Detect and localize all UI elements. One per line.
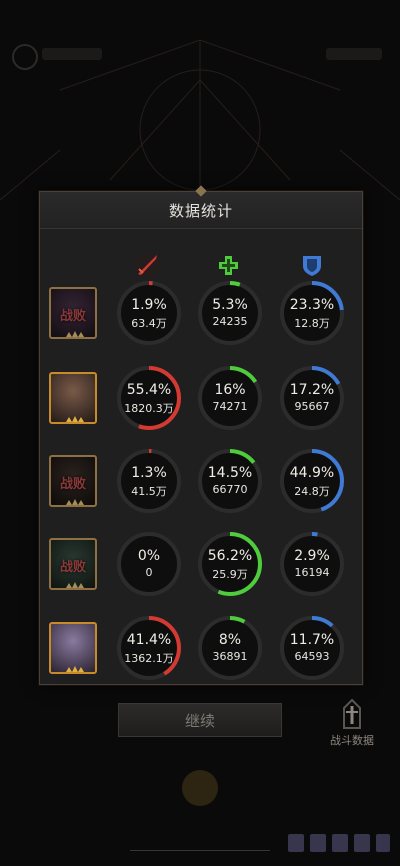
hero-avatar[interactable]	[49, 372, 97, 424]
stat-percent: 11.7%	[289, 632, 335, 648]
stat-ring: 41.4% 1362.1万	[116, 615, 182, 681]
stat-ring: 0% 0	[116, 531, 182, 597]
sword-attack-icon	[135, 253, 159, 277]
defeat-label: 战败	[59, 477, 86, 492]
stat-value: 24235	[212, 315, 248, 328]
stat-percent: 2.9%	[294, 548, 330, 564]
hero-avatar[interactable]: 战败	[49, 287, 97, 339]
stat-value: 36891	[212, 650, 248, 663]
stat-ring: 5.3% 24235	[197, 280, 263, 346]
stat-value: 25.9万	[212, 568, 248, 581]
panel-title: 数据统计	[168, 201, 233, 220]
defeat-label: 战败	[59, 560, 86, 575]
stat-value: 0	[145, 566, 153, 579]
star-rank-icon	[66, 416, 84, 422]
stat-ring: 8% 36891	[197, 615, 263, 681]
stat-ring: 55.4% 1820.3万	[116, 365, 182, 431]
stat-ring: 16% 74271	[197, 365, 263, 431]
stat-ring: 56.2% 25.9万	[197, 531, 263, 597]
stat-value: 95667	[294, 400, 330, 413]
stat-percent: 41.4%	[126, 632, 172, 648]
hero-avatar[interactable]: 战败	[49, 538, 97, 590]
stat-percent: 14.5%	[207, 465, 253, 481]
battle-data-icon	[343, 698, 361, 729]
stat-value: 16194	[294, 566, 330, 579]
star-rank-icon	[66, 666, 84, 672]
top-left-label	[42, 48, 102, 60]
bottom-emblem-icon	[182, 770, 218, 806]
hero-avatar[interactable]	[49, 622, 97, 674]
stat-ring: 14.5% 66770	[197, 448, 263, 514]
stat-percent: 0%	[137, 548, 161, 564]
stat-ring: 1.3% 41.5万	[116, 448, 182, 514]
watermark-logo	[288, 834, 390, 852]
battle-data-button[interactable]: 战斗数据	[322, 698, 382, 748]
stat-percent: 16%	[214, 382, 246, 398]
stat-percent: 23.3%	[289, 297, 335, 313]
panel-header: 数据统计	[40, 185, 362, 229]
battle-data-label: 战斗数据	[330, 734, 374, 747]
stat-ring: 23.3% 12.8万	[279, 280, 345, 346]
stat-percent: 17.2%	[289, 382, 335, 398]
stat-ring: 44.9% 24.8万	[279, 448, 345, 514]
stat-percent: 5.3%	[212, 297, 248, 313]
stat-ring: 17.2% 95667	[279, 365, 345, 431]
stat-value: 12.8万	[294, 317, 330, 330]
stat-value: 24.8万	[294, 485, 330, 498]
avatar-icon[interactable]	[12, 44, 38, 70]
stat-percent: 44.9%	[289, 465, 335, 481]
star-rank-icon	[66, 331, 84, 337]
stat-value: 63.4万	[131, 317, 167, 330]
top-bar	[0, 0, 400, 90]
stat-percent: 1.3%	[131, 465, 167, 481]
top-right-label	[326, 48, 382, 60]
stat-ring: 11.7% 64593	[279, 615, 345, 681]
stat-percent: 1.9%	[131, 297, 167, 313]
star-rank-icon	[66, 499, 84, 505]
stat-value: 74271	[212, 400, 248, 413]
healing-cross-icon	[219, 256, 238, 275]
stat-percent: 56.2%	[207, 548, 253, 564]
stat-value: 1362.1万	[124, 652, 174, 665]
stat-ring: 1.9% 63.4万	[116, 280, 182, 346]
continue-button[interactable]: 继续	[118, 703, 282, 737]
stat-value: 41.5万	[131, 485, 167, 498]
star-rank-icon	[66, 582, 84, 588]
bottom-divider	[130, 850, 270, 851]
stat-percent: 8%	[218, 632, 242, 648]
stat-value: 1820.3万	[124, 402, 174, 415]
defeat-label: 战败	[59, 309, 86, 324]
stat-value: 64593	[294, 650, 330, 663]
stats-panel: 数据统计 战败 1.9% 63.4万 5.3% 24235 23.3% 12.8万 55.4%…	[39, 185, 363, 685]
stat-percent: 55.4%	[126, 382, 172, 398]
stat-value: 66770	[212, 483, 248, 496]
stat-ring: 2.9% 16194	[279, 531, 345, 597]
hero-avatar[interactable]: 战败	[49, 455, 97, 507]
shield-defense-icon	[303, 256, 321, 276]
